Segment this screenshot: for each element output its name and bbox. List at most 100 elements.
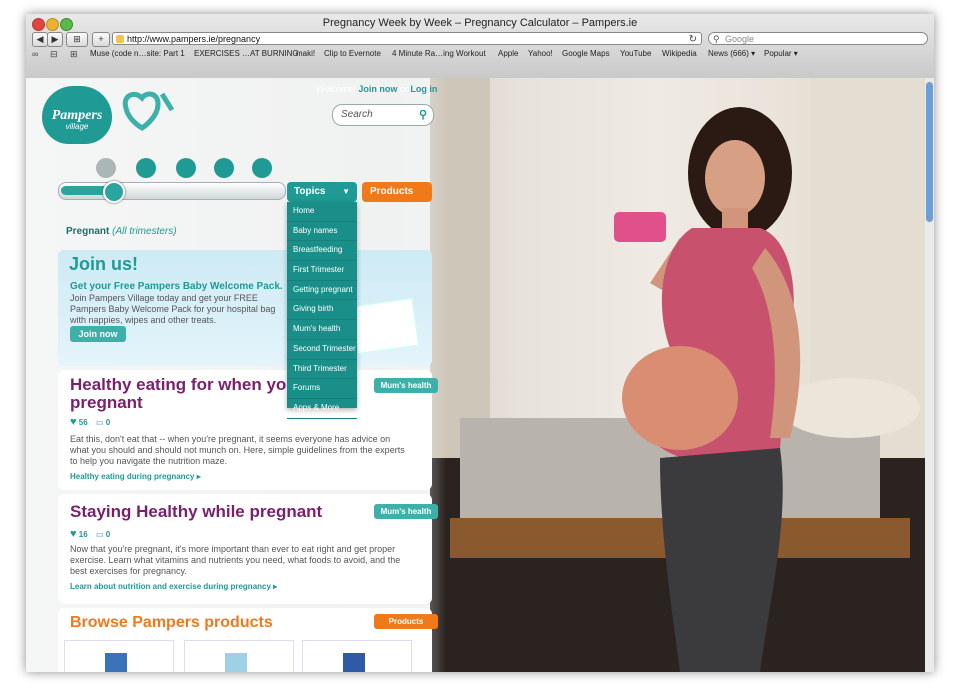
slider-handle[interactable] bbox=[103, 181, 125, 203]
reading-glasses-icon[interactable]: ∞ bbox=[32, 47, 38, 61]
stage-icon[interactable] bbox=[136, 158, 156, 178]
menu-item-second-trimester[interactable]: Second Trimester bbox=[287, 340, 357, 360]
article-title[interactable]: Staying Healthy while pregnant bbox=[70, 502, 322, 522]
join-now-link[interactable]: Join now bbox=[358, 84, 397, 94]
browse-title: Browse Pampers products bbox=[70, 614, 273, 631]
product-thumbnail[interactable] bbox=[184, 640, 294, 672]
vertical-scrollbar[interactable] bbox=[925, 78, 934, 672]
comment-icon[interactable]: ▭ bbox=[96, 530, 104, 539]
bookmark-book-icon[interactable]: ⊞ bbox=[66, 32, 88, 47]
menu-item-breastfeeding[interactable]: Breastfeeding bbox=[287, 241, 357, 262]
search-icon[interactable]: ⚲ bbox=[419, 108, 427, 121]
join-title: Join us! bbox=[69, 254, 139, 274]
article-card: Healthy eating for when you're pregnant … bbox=[58, 370, 438, 490]
book-icon[interactable]: ⊟ bbox=[50, 47, 58, 61]
forward-button[interactable]: ▶ bbox=[47, 32, 63, 47]
hero-photo bbox=[430, 78, 934, 672]
topics-menu: Home Baby names Breastfeeding First Trim… bbox=[287, 202, 357, 419]
menu-item-giving-birth[interactable]: Giving birth bbox=[287, 300, 357, 321]
back-button[interactable]: ◀ bbox=[32, 32, 48, 47]
menu-item-first-trimester[interactable]: First Trimester bbox=[287, 261, 357, 281]
stage-icon[interactable] bbox=[176, 158, 196, 178]
breadcrumb: Pregnant (All trimesters) bbox=[66, 226, 177, 237]
like-count: 56 bbox=[78, 418, 88, 427]
bookmark-item[interactable]: EXERCISES …AT BURNING bbox=[194, 47, 299, 61]
pregnancy-stage-icons bbox=[96, 158, 296, 182]
bookmark-item[interactable]: maki! bbox=[296, 47, 315, 61]
stage-icon[interactable] bbox=[96, 158, 116, 178]
product-thumbnail[interactable] bbox=[64, 640, 174, 672]
category-tag[interactable]: Mum's health bbox=[374, 504, 438, 519]
comment-icon[interactable]: ▭ bbox=[96, 418, 104, 427]
pampers-village-logo[interactable]: Pampers village bbox=[42, 86, 112, 144]
menu-item-baby-names[interactable]: Baby names bbox=[287, 222, 357, 242]
favicon-icon bbox=[116, 35, 124, 43]
search-placeholder: Search bbox=[341, 109, 373, 120]
heart-icon[interactable]: ♥ bbox=[70, 528, 77, 540]
menu-item-forums[interactable]: Forums bbox=[287, 379, 357, 399]
join-now-button[interactable]: Join now bbox=[70, 326, 126, 342]
log-in-link[interactable]: Log in bbox=[410, 84, 437, 94]
pregnancy-week-slider[interactable] bbox=[58, 181, 286, 203]
comment-count: 0 bbox=[105, 530, 111, 539]
topics-dropdown[interactable]: Topics ▼ bbox=[287, 182, 357, 202]
reload-icon[interactable]: ↻ bbox=[689, 33, 697, 46]
stage-icon[interactable] bbox=[252, 158, 272, 178]
products-button[interactable]: Products bbox=[362, 182, 432, 202]
product-pack-icon bbox=[225, 653, 247, 672]
menu-item-third-trimester[interactable]: Third Trimester bbox=[287, 360, 357, 380]
breadcrumb-main: Pregnant bbox=[66, 226, 110, 237]
scrollbar-thumb[interactable] bbox=[926, 82, 933, 222]
browse-products-card: Browse Pampers products Products bbox=[58, 608, 438, 672]
article-body: Now that you're pregnant, it's more impo… bbox=[70, 544, 401, 576]
bookmarks-bar: ∞ ⊟ ⊞ Muse (code n…site: Part 1 EXERCISE… bbox=[26, 47, 934, 61]
bookmark-item[interactable]: Clip to Evernote bbox=[324, 47, 381, 61]
account-links: Welcome! Join now or Log in bbox=[316, 84, 437, 94]
grid-icon[interactable]: ⊞ bbox=[70, 47, 78, 61]
menu-item-home[interactable]: Home bbox=[287, 202, 357, 222]
menu-item-mums-health[interactable]: Mum's health bbox=[287, 320, 357, 340]
menu-item-apps-more[interactable]: Apps & More bbox=[287, 399, 357, 419]
product-thumbnail[interactable] bbox=[302, 640, 412, 672]
browser-window: Pregnancy Week by Week – Pregnancy Calcu… bbox=[26, 14, 934, 672]
like-count: 16 bbox=[78, 530, 88, 539]
category-tag[interactable]: Mum's health bbox=[374, 378, 438, 393]
join-promo-card: Join us! Get your Free Pampers Baby Welc… bbox=[58, 250, 432, 366]
pregnant-woman-illustration bbox=[430, 78, 934, 672]
address-bar[interactable]: http://www.pampers.ie/pregnancy ↻ bbox=[112, 32, 702, 45]
chevron-down-icon: ▼ bbox=[342, 187, 350, 196]
bookmark-item[interactable]: Google Maps bbox=[562, 47, 610, 61]
comment-count: 0 bbox=[105, 418, 111, 427]
window-title: Pregnancy Week by Week – Pregnancy Calcu… bbox=[322, 17, 638, 29]
product-pack-icon bbox=[105, 653, 127, 672]
bookmark-item[interactable]: News (666) ▾ bbox=[708, 47, 755, 61]
article-stats: ♥ 16 ▭ 0 bbox=[70, 528, 110, 540]
google-search-field[interactable]: ⚲ Google bbox=[708, 32, 928, 45]
add-bookmark-button[interactable]: + bbox=[92, 32, 110, 47]
product-pack-icon bbox=[343, 653, 365, 672]
left-column: Pampers village Welcome! Join now or Log… bbox=[26, 78, 446, 672]
site-search-input[interactable]: Search ⚲ bbox=[332, 104, 434, 126]
products-tag[interactable]: Products bbox=[374, 614, 438, 629]
welcome-text: Welcome! bbox=[316, 84, 356, 94]
bookmark-item[interactable]: YouTube bbox=[620, 47, 651, 61]
bookmark-item[interactable]: Apple bbox=[498, 47, 518, 61]
url-text: http://www.pampers.ie/pregnancy bbox=[127, 34, 261, 44]
title-bar: Pregnancy Week by Week – Pregnancy Calcu… bbox=[26, 14, 934, 79]
join-lead: Get your Free Pampers Baby Welcome Pack. bbox=[70, 281, 283, 292]
bookmark-item[interactable]: Muse (code n…site: Part 1 bbox=[90, 47, 185, 61]
search-icon: ⚲ bbox=[713, 34, 720, 44]
bookmark-item[interactable]: Wikipedia bbox=[662, 47, 697, 61]
heart-icon[interactable]: ♥ bbox=[70, 416, 77, 428]
join-body: Join Pampers Village today and get your … bbox=[70, 293, 276, 325]
stage-icon[interactable] bbox=[214, 158, 234, 178]
or-text: or bbox=[397, 84, 411, 94]
bookmark-item[interactable]: Yahoo! bbox=[528, 47, 553, 61]
breadcrumb-sub: (All trimesters) bbox=[112, 226, 177, 237]
article-link[interactable]: Healthy eating during pregnancy ▸ bbox=[70, 472, 201, 481]
heart-hands-icon bbox=[122, 91, 175, 131]
menu-item-getting-pregnant[interactable]: Getting pregnant bbox=[287, 281, 357, 301]
bookmark-item[interactable]: Popular ▾ bbox=[764, 47, 798, 61]
article-link[interactable]: Learn about nutrition and exercise durin… bbox=[70, 582, 277, 591]
bookmark-item[interactable]: 4 Minute Ra…ing Workout bbox=[392, 47, 486, 61]
